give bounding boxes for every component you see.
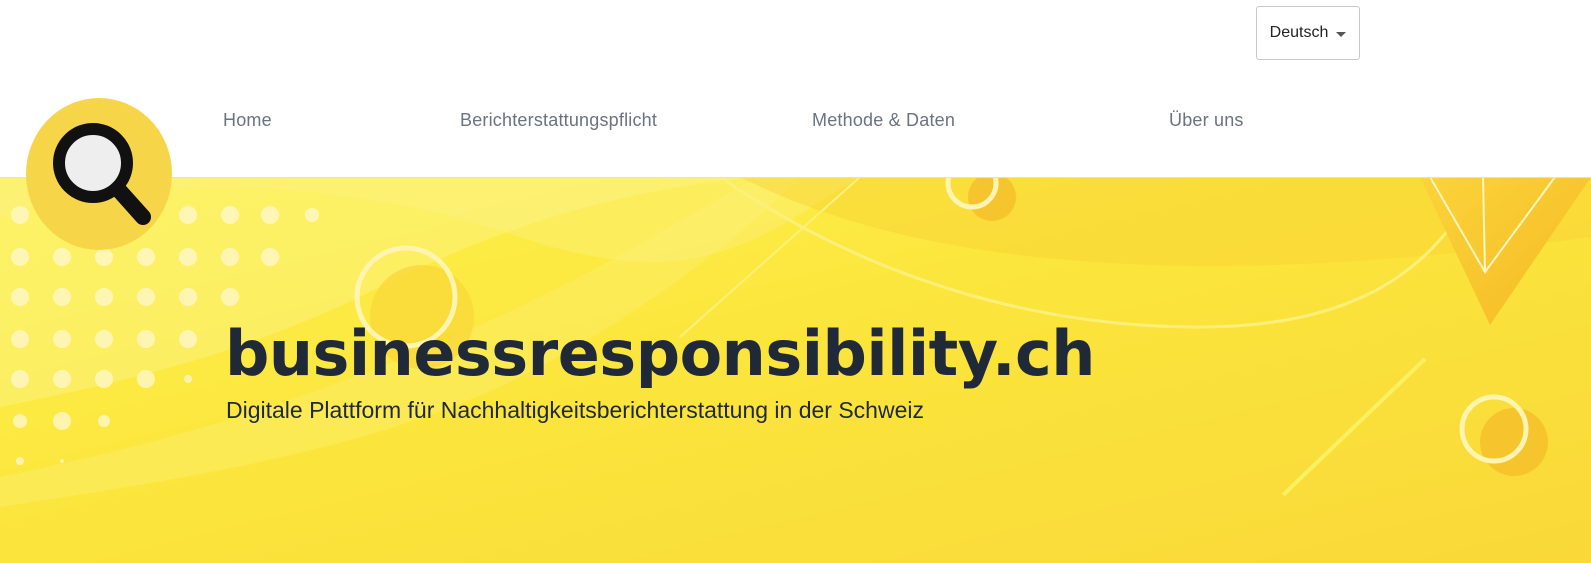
- nav-link-methode-daten[interactable]: Methode & Daten: [812, 110, 955, 131]
- hero-title: businessresponsibility.ch: [225, 317, 1095, 390]
- nav-link-berichterstattungspflicht[interactable]: Berichterstattungspflicht: [460, 110, 657, 131]
- nav-link-ueber-uns[interactable]: Über uns: [1169, 110, 1244, 131]
- site-logo[interactable]: [25, 97, 173, 251]
- chevron-down-icon: [1336, 32, 1347, 37]
- magnifier-icon: [26, 98, 172, 250]
- site-header: Deutsch Home Berichterstattungspflicht M…: [0, 0, 1591, 178]
- language-select-value: Deutsch: [1269, 24, 1329, 41]
- hero-subtitle: Digitale Plattform für Nachhaltigkeitsbe…: [226, 397, 924, 423]
- nav-link-home[interactable]: Home: [223, 110, 272, 131]
- language-select[interactable]: Deutsch: [1256, 6, 1360, 60]
- hero-banner: businessresponsibility.ch Digitale Platt…: [0, 177, 1591, 563]
